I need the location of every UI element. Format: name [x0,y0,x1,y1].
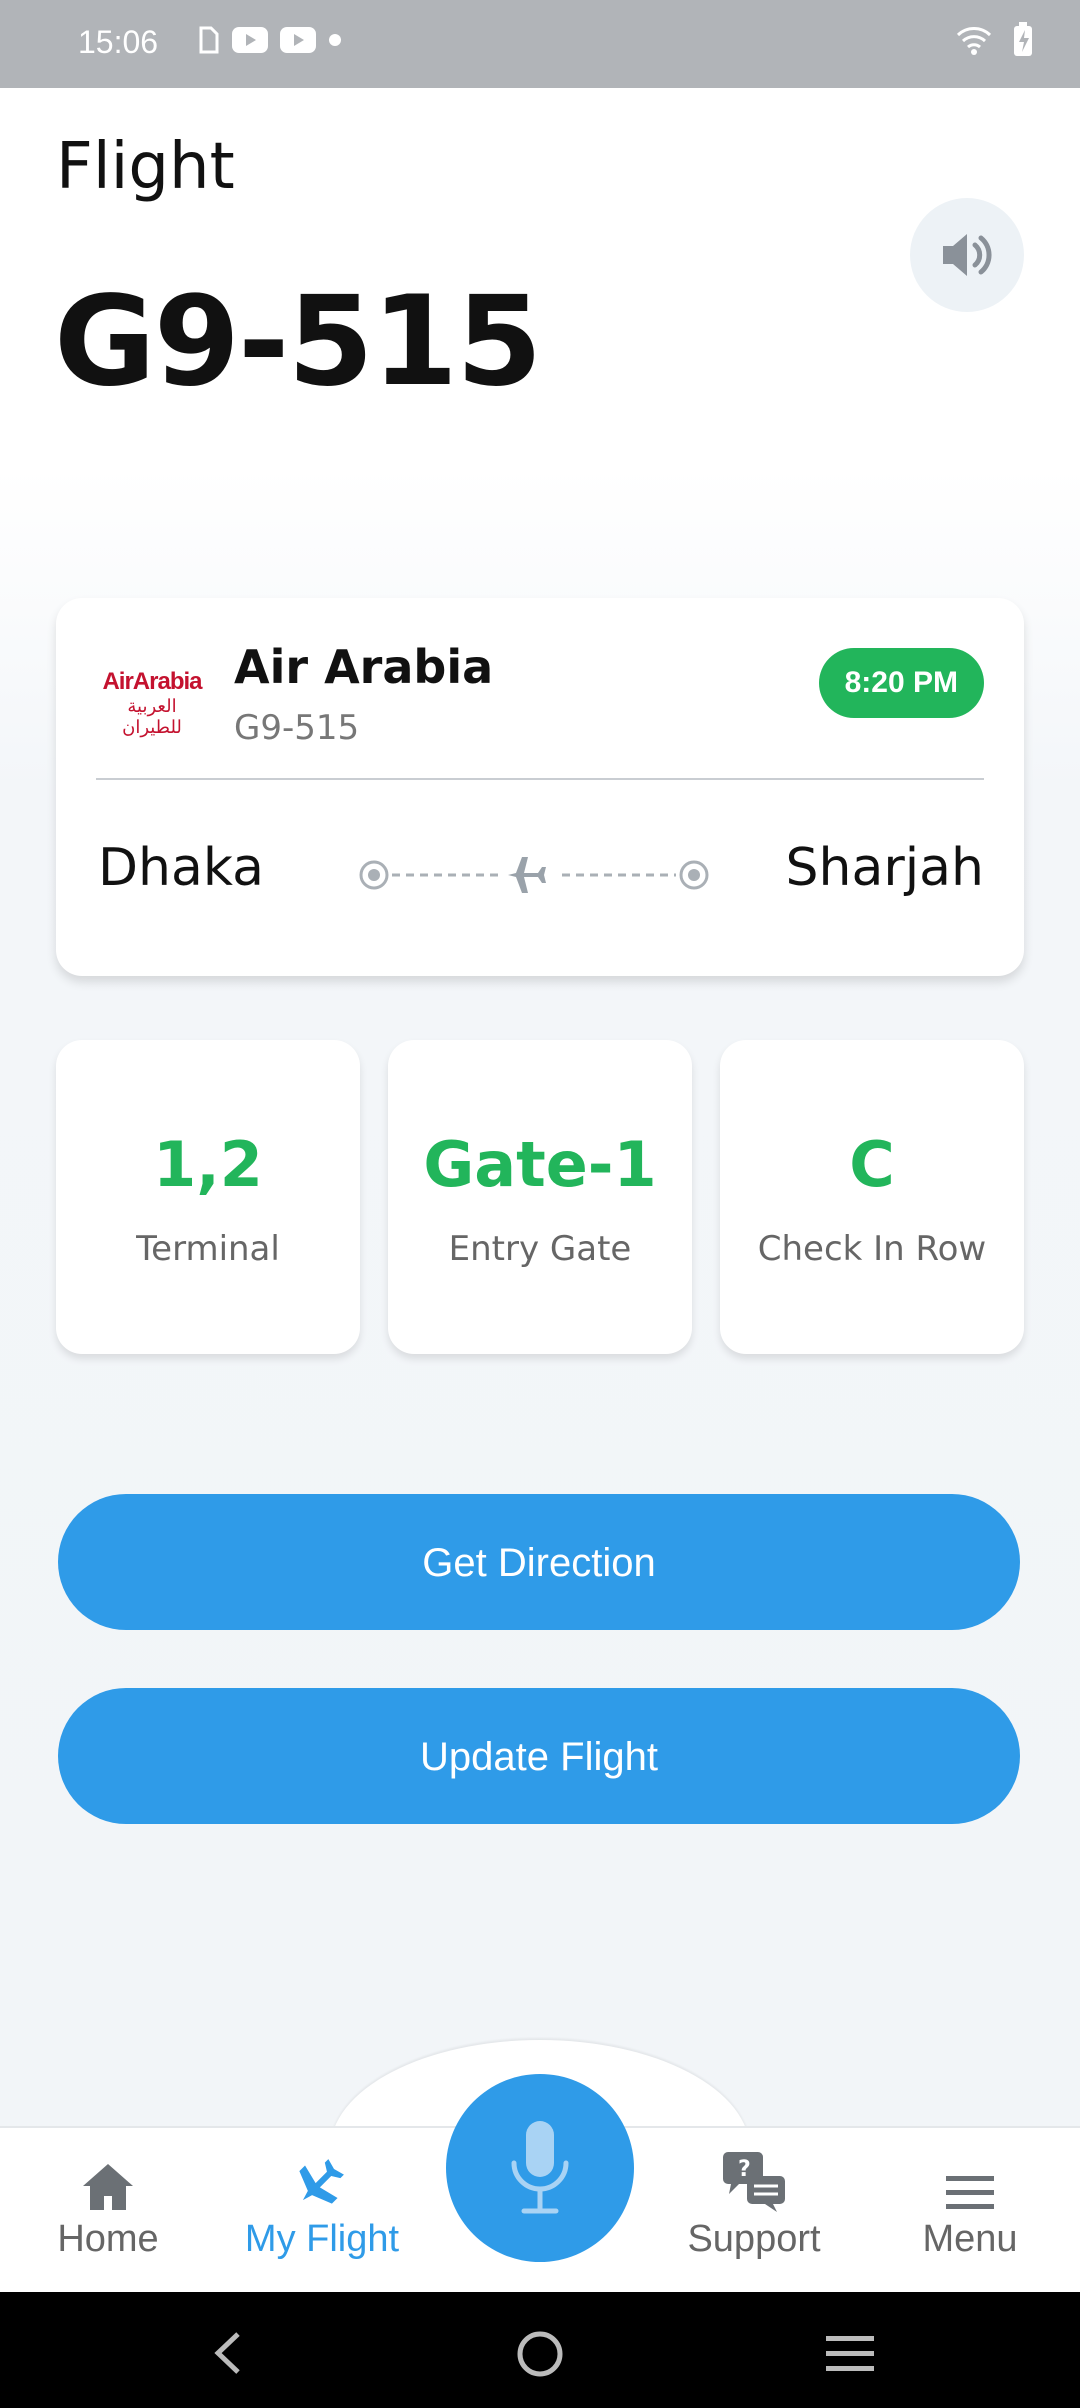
entry-gate-card: Gate-1 Entry Gate [388,1040,692,1354]
nav-home[interactable]: Home [8,2150,208,2261]
youtube-icon [232,27,268,53]
check-in-row-value: C [849,1128,895,1201]
hamburger-menu-icon [946,2176,994,2209]
nav-menu-label: Menu [922,2218,1018,2260]
system-icons [956,22,1034,58]
support-chat-icon: ? [723,2152,785,2212]
check-in-row-card: C Check In Row [720,1040,1024,1354]
airline-logo: AirArabia العربية للطيران [96,668,208,738]
nav-menu[interactable]: Menu [870,2150,1070,2261]
departure-time-badge: 8:20 PM [818,648,984,718]
youtube-icon [280,27,316,53]
nav-my-flight[interactable]: My Flight [222,2150,422,2261]
notification-icons [196,26,342,54]
destination-city: Sharjah [785,838,984,898]
home-icon [83,2164,133,2210]
divider [96,778,984,780]
check-in-row-label: Check In Row [757,1229,987,1269]
terminal-value: 1,2 [153,1128,263,1201]
back-icon[interactable] [212,2330,242,2376]
page-title: Flight [56,130,235,204]
terminal-label: Terminal [136,1229,280,1269]
nav-my-flight-label: My Flight [244,2218,400,2260]
update-flight-button[interactable]: Update Flight [58,1688,1020,1824]
speaker-icon [943,234,992,276]
voice-assistant-button[interactable] [446,2074,634,2262]
recents-menu-icon[interactable] [824,2334,876,2374]
nav-support[interactable]: ? Support [654,2150,854,2261]
dot-icon [329,34,341,46]
entry-gate-label: Entry Gate [448,1229,632,1269]
airplane-icon [299,2159,344,2204]
nav-home-label: Home [57,2218,159,2260]
flight-number-heading: G9-515 [54,270,542,414]
wifi-icon [956,27,992,55]
audio-button[interactable] [910,198,1024,312]
system-navigation-bar [0,2292,1080,2408]
home-circle-icon[interactable] [516,2330,564,2378]
status-time: 15:06 [78,24,159,60]
airline-name: Air Arabia [234,640,494,694]
status-bar: 15:06 [0,0,1080,88]
flight-card: AirArabia العربية للطيران Air Arabia G9-… [56,598,1024,976]
entry-gate-value: Gate-1 [423,1128,657,1201]
logo-text-ar: العربية للطيران [122,696,182,737]
terminal-card: 1,2 Terminal [56,1040,360,1354]
logo-text-en: AirArabia [102,668,202,695]
sim-icon [199,26,219,54]
origin-city: Dhaka [98,838,264,898]
route-path-icon [359,857,709,893]
nav-support-label: Support [687,2218,821,2260]
airline-flight-code: G9-515 [234,708,360,748]
microphone-icon [511,2121,569,2214]
get-direction-button[interactable]: Get Direction [58,1494,1020,1630]
battery-charging-icon [1014,22,1032,56]
